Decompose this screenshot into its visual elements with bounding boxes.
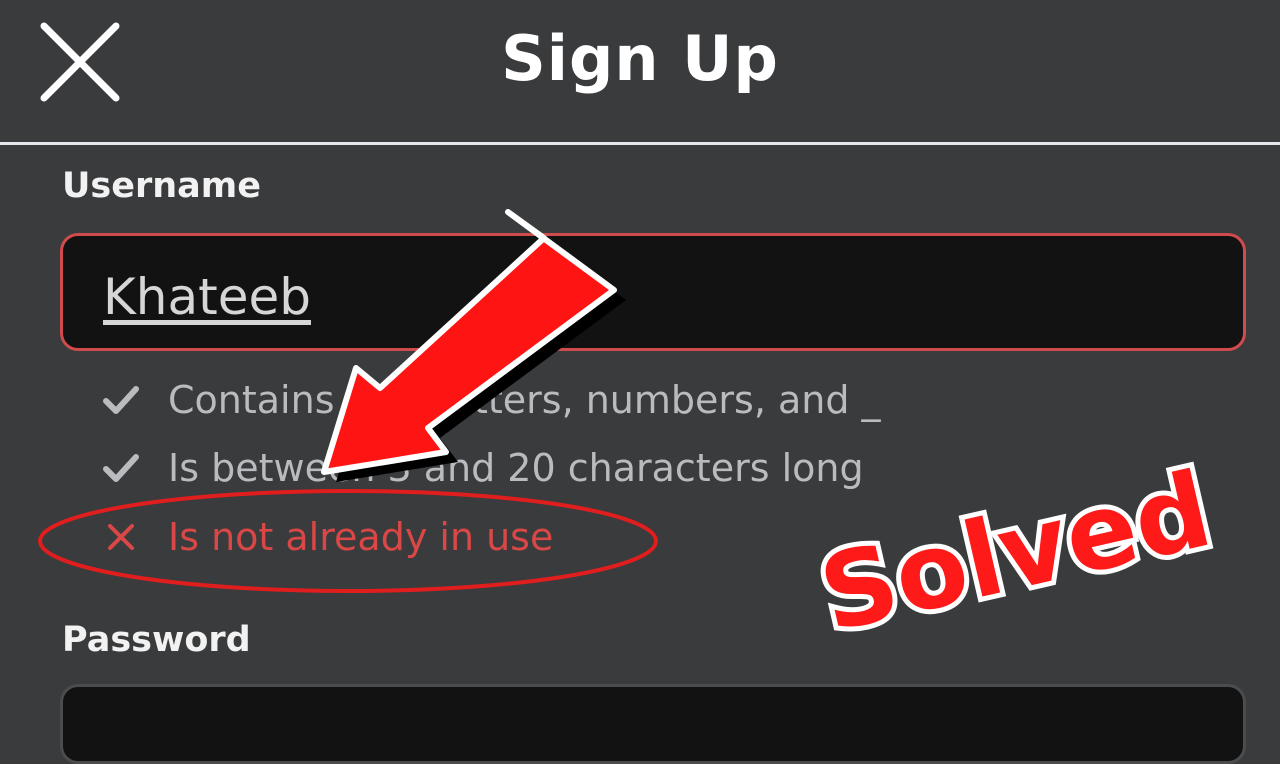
username-input[interactable]: Khateeb	[60, 233, 1246, 351]
check-icon	[103, 386, 139, 414]
password-input[interactable]	[60, 684, 1246, 764]
password-label: Password	[62, 620, 251, 660]
username-rule-length: Is between 3 and 20 characters long	[100, 443, 864, 493]
username-rule-availability: Is not already in use	[100, 512, 553, 562]
header-bar: Sign Up	[0, 0, 1280, 142]
solved-text: Solved	[809, 448, 1221, 656]
rule-text: Is between 3 and 20 characters long	[168, 446, 864, 490]
username-rule-characters: Contains only letters, numbers, and _	[100, 375, 881, 425]
username-value: Khateeb	[103, 268, 311, 326]
x-icon	[108, 524, 134, 550]
rule-text: Contains only letters, numbers, and _	[168, 378, 881, 422]
check-icon	[103, 454, 139, 482]
page-title: Sign Up	[501, 22, 779, 95]
username-label: Username	[62, 166, 261, 206]
header-divider	[0, 142, 1280, 145]
rule-text: Is not already in use	[168, 515, 554, 559]
